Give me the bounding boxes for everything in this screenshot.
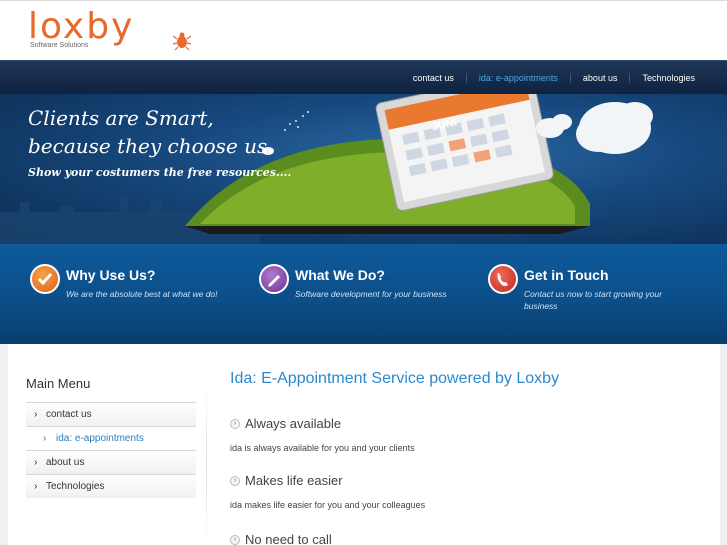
sidebar-item-label: ida: e-appointments <box>56 433 144 444</box>
chevron-right-icon: › <box>43 433 47 444</box>
check-icon <box>30 264 60 294</box>
nav-item-about-us[interactable]: about us <box>571 73 630 83</box>
phone-icon <box>488 264 518 294</box>
top-nav-bar: contact us ida: e-appointments about us … <box>0 60 727 94</box>
chevron-right-icon: › <box>34 481 38 492</box>
sidebar-item-ida-e-appointments[interactable]: › ida: e-appointments <box>26 426 196 450</box>
feature-title: Get in Touch <box>524 267 609 283</box>
content-area: Main Menu › contact us › ida: e-appointm… <box>0 344 727 545</box>
section-title: No need to call <box>245 532 332 545</box>
bug-icon <box>173 32 191 51</box>
sidebar-item-contact-us[interactable]: › contact us <box>26 402 196 426</box>
column-divider <box>206 384 207 545</box>
section-title: Makes life easier <box>245 473 343 488</box>
chevron-right-icon: › <box>34 457 38 468</box>
nav-item-ida-e-appointments[interactable]: ida: e-appointments <box>467 73 570 83</box>
hero-banner: Clients are Smart, because they choose u… <box>0 94 727 244</box>
sidebar-item-technologies[interactable]: › Technologies <box>26 474 196 498</box>
feature-title: What We Do? <box>295 267 385 283</box>
section-text: ida is always available for you and your… <box>230 443 415 453</box>
arrow-bullet-icon: › <box>230 418 240 429</box>
logo-tagline: Software Solutions <box>30 42 89 49</box>
content-section: › Always available ida is always availab… <box>230 416 415 453</box>
banner-headline-1: Clients are Smart, <box>28 106 214 130</box>
feature-title: Why Use Us? <box>66 267 156 283</box>
nav-item-technologies[interactable]: Technologies <box>630 73 707 83</box>
sidebar-menu: › contact us › ida: e-appointments › abo… <box>26 402 196 498</box>
top-nav: contact us ida: e-appointments about us … <box>401 61 707 95</box>
pencil-icon <box>259 264 289 294</box>
chevron-right-icon: › <box>34 409 38 420</box>
feature-description: Contact us now to start growing your bus… <box>524 289 662 311</box>
content-section: › No need to call <box>230 532 332 545</box>
arrow-bullet-icon: › <box>230 534 240 545</box>
banner-headline-2: because they choose us. <box>28 134 274 158</box>
nav-item-contact-us[interactable]: contact us <box>401 73 466 83</box>
arrow-bullet-icon: › <box>230 475 240 486</box>
feature-strip: Why Use Us? We are the absolute best at … <box>0 244 727 344</box>
banner-subtitle: Show your costumers the free resources..… <box>28 166 292 179</box>
section-text: ida makes life easier for you and your c… <box>230 500 426 510</box>
feature-description: We are the absolute best at what we do! <box>66 289 218 299</box>
page-title: Ida: E-Appointment Service powered by Lo… <box>230 370 560 387</box>
content-panel: Main Menu › contact us › ida: e-appointm… <box>8 344 720 545</box>
sidebar-item-label: about us <box>46 457 85 468</box>
sidebar-item-label: contact us <box>46 409 92 420</box>
logo[interactable]: loxby Software Solutions <box>28 7 198 57</box>
section-title: Always available <box>245 416 342 431</box>
page: loxby Software Solutions contact us ida:… <box>0 0 727 545</box>
sidebar-item-label: Technologies <box>46 481 105 492</box>
sidebar-item-about-us[interactable]: › about us <box>26 450 196 474</box>
header: loxby Software Solutions <box>0 0 727 60</box>
sidebar-title: Main Menu <box>26 376 91 391</box>
logo-text: loxby <box>28 6 135 47</box>
feature-description: Software development for your business <box>295 289 447 299</box>
content-section: › Makes life easier ida makes life easie… <box>230 473 425 510</box>
